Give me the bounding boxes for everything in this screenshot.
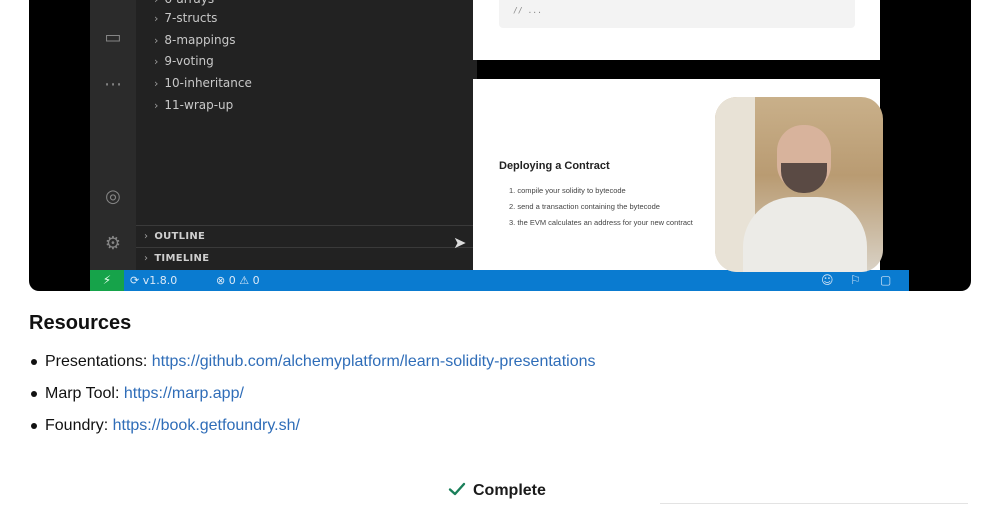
resource-label: Presentations: xyxy=(45,353,148,370)
slide-list-item: 1. compile your solidity to bytecode xyxy=(509,186,626,195)
explorer-panel: ›6-arrays ›7-structs ›8-mappings ›9-voti… xyxy=(136,0,477,270)
slide-list: 1. compile your solidity to bytecode 2. … xyxy=(509,183,693,231)
problems-status: ⊗ 0 ⚠ 0 xyxy=(216,274,260,287)
video-player[interactable]: ▭ ⋯ ◎ ⚙ ›6-arrays ›7-structs ›8-mappings… xyxy=(29,0,971,291)
slide-title: Deploying a Contract xyxy=(499,160,610,172)
timeline-section: › TIMELINE xyxy=(136,247,477,269)
tree-item: › 10-inheritance xyxy=(154,76,252,90)
list-item: Presentations: https://github.com/alchem… xyxy=(29,352,596,384)
mouse-cursor-icon: ➤ xyxy=(453,233,467,252)
resource-label: Marp Tool: xyxy=(45,385,120,402)
remote-icon: ⚡ xyxy=(90,270,124,291)
resource-label: Foundry: xyxy=(45,417,109,434)
editor-screen: ▭ ⋯ ◎ ⚙ ›6-arrays ›7-structs ›8-mappings… xyxy=(90,0,477,270)
bullet xyxy=(31,391,37,397)
presentations-link[interactable]: https://github.com/alchemyplatform/learn… xyxy=(152,353,596,370)
list-item: Foundry: https://book.getfoundry.sh/ xyxy=(29,416,596,448)
bullet xyxy=(31,423,37,429)
status-bar: ⚡ ⟳ v1.8.0 ⊗ 0 ⚠ 0 ☺ ⚐ ▢ xyxy=(90,270,909,291)
bullet xyxy=(31,359,37,365)
gear-icon: ⚙ xyxy=(104,233,122,254)
divider xyxy=(660,503,968,504)
slide-preview-top: // ... xyxy=(473,0,880,60)
foundry-link[interactable]: https://book.getfoundry.sh/ xyxy=(113,417,300,434)
webcam-overlay xyxy=(715,97,883,272)
resources-heading: Resources xyxy=(29,312,132,334)
version-status: ⟳ v1.8.0 xyxy=(130,274,178,287)
code-block: // ... xyxy=(499,0,855,28)
tree-item: › 7-structs xyxy=(154,11,218,25)
marp-link[interactable]: https://marp.app/ xyxy=(124,385,244,402)
complete-label: Complete xyxy=(473,482,546,499)
resources-list: Presentations: https://github.com/alchem… xyxy=(29,352,596,448)
bell-icon: ▢ xyxy=(880,273,892,287)
check-icon xyxy=(448,482,466,496)
tree-item: › 9-voting xyxy=(154,54,214,68)
layout-icon: ▭ xyxy=(104,27,122,48)
list-item: Marp Tool: https://marp.app/ xyxy=(29,384,596,416)
outline-section: › OUTLINE xyxy=(136,225,477,247)
complete-button[interactable]: Complete xyxy=(448,479,546,503)
feedback-icon: ⚐ xyxy=(850,273,861,287)
slide-list-item: 2. send a transaction containing the byt… xyxy=(509,202,660,211)
tree-item: › 11-wrap-up xyxy=(154,98,234,112)
activity-bar: ▭ ⋯ ◎ ⚙ xyxy=(90,0,136,270)
slide-list-item: 3. the EVM calculates an address for you… xyxy=(509,218,693,227)
account-icon: ◎ xyxy=(105,186,121,207)
more-icon: ⋯ xyxy=(104,74,122,95)
tree-item: › 8-mappings xyxy=(154,33,236,47)
copilot-icon: ☺ xyxy=(821,273,834,287)
